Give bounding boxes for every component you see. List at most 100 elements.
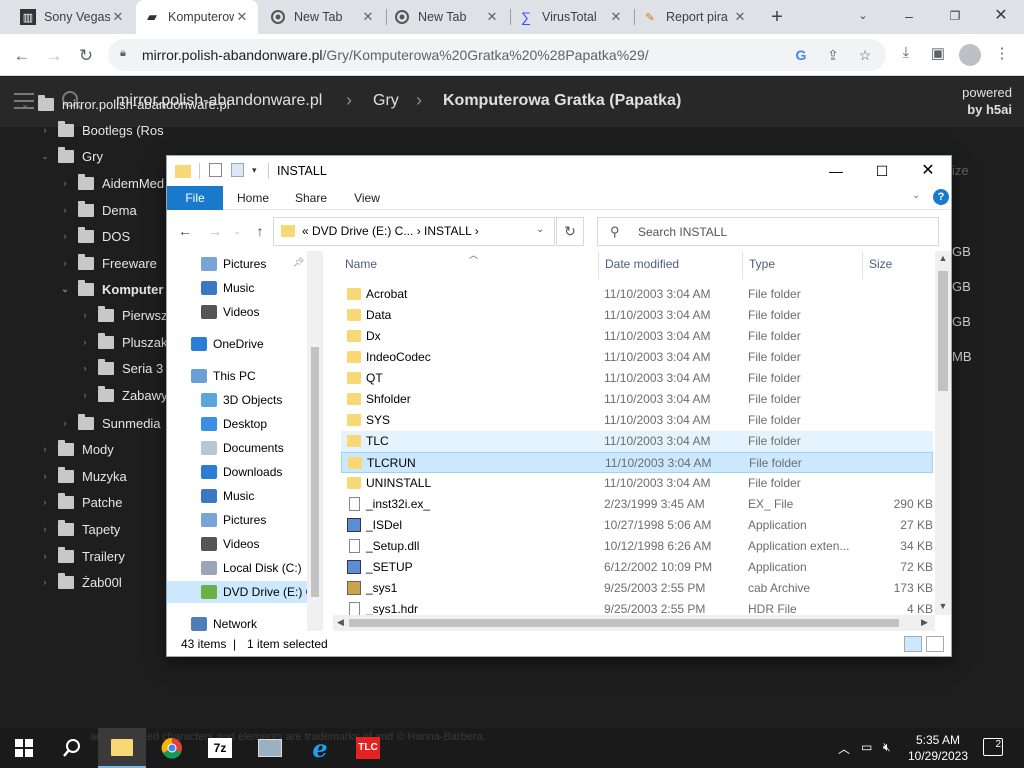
tree-item[interactable]: › Mody xyxy=(38,439,114,459)
chevron-right-icon[interactable]: › xyxy=(78,363,92,373)
file-row[interactable]: Shfolder 11/10/2003 3:04 AM File folder xyxy=(341,389,933,410)
file-row[interactable]: Data 11/10/2003 3:04 AM File folder xyxy=(341,305,933,326)
file-explorer-taskbar[interactable] xyxy=(98,728,146,768)
tree-item[interactable]: › AidemMed xyxy=(58,173,164,193)
tab-komputerowa[interactable]: ▰ Komputerowa ✕ xyxy=(136,0,258,34)
vertical-scrollbar[interactable]: ▲ ▼ xyxy=(935,251,951,615)
tlc-taskbar[interactable]: TLC xyxy=(344,728,392,768)
address-dropdown-icon[interactable]: ⌄ xyxy=(536,224,544,235)
maximize-button[interactable]: ☐ xyxy=(859,156,905,186)
show-hidden-icons-icon[interactable]: ︿ xyxy=(838,740,850,757)
file-row[interactable]: TLCRUN 11/10/2003 3:04 AM File folder xyxy=(341,452,933,473)
chevron-right-icon[interactable]: › xyxy=(38,444,52,454)
close-tab-icon[interactable]: ✕ xyxy=(234,9,250,25)
pin-icon[interactable]: 📌︎ xyxy=(293,257,304,268)
chevron-right-icon[interactable]: › xyxy=(58,258,72,268)
scroll-up-icon[interactable]: ▲ xyxy=(935,253,951,263)
tree-item[interactable]: › Patche xyxy=(38,492,122,512)
up-arrow-icon[interactable]: ↑ xyxy=(250,223,270,239)
bookmark-star-icon[interactable]: ☆ xyxy=(855,47,875,65)
tree-item[interactable]: › Bootlegs (Ros xyxy=(38,120,164,140)
file-row[interactable]: _SETUP 6/12/2002 10:09 PM Application 72 KB xyxy=(341,557,933,578)
chrome-taskbar[interactable] xyxy=(148,728,196,768)
chevron-down-icon[interactable]: ⌄ xyxy=(38,151,52,162)
tab-new-tab[interactable]: New Tab ✕ xyxy=(262,0,384,34)
nav-item[interactable]: Pictures xyxy=(167,509,323,531)
chevron-right-icon[interactable]: › xyxy=(38,577,52,587)
tree-item[interactable]: ⌄ Gry xyxy=(38,146,103,166)
file-row[interactable]: IndeoCodec 11/10/2003 3:04 AM File folder xyxy=(341,347,933,368)
chevron-right-icon[interactable]: › xyxy=(58,205,72,215)
refresh-button[interactable]: ↻ xyxy=(556,217,584,246)
chevron-right-icon[interactable]: › xyxy=(38,125,52,135)
nav-item[interactable]: Downloads xyxy=(167,461,323,483)
chevron-right-icon[interactable]: › xyxy=(78,310,92,320)
chevron-right-icon[interactable]: › xyxy=(38,524,52,534)
tab-report[interactable]: ✎ Report pira ✕ xyxy=(634,0,756,34)
minimize-button[interactable]: — xyxy=(813,156,859,186)
chevron-down-icon[interactable]: ⌄ xyxy=(58,284,72,295)
tree-item[interactable]: › DOS xyxy=(58,226,130,246)
powered-by[interactable]: powered by h5ai xyxy=(962,84,1012,118)
share-icon[interactable]: ⇪ xyxy=(823,47,843,65)
ribbon-tab-view[interactable]: View xyxy=(343,186,391,210)
tree-item[interactable]: › Pierwsz xyxy=(78,305,168,325)
help-icon[interactable]: ? xyxy=(933,189,949,205)
notifications-icon[interactable]: 2 xyxy=(983,738,1003,756)
column-header-name[interactable]: Name xyxy=(345,257,377,271)
close-tab-icon[interactable]: ✕ xyxy=(484,9,500,25)
scrollbar-thumb[interactable] xyxy=(349,619,899,627)
control-panel-taskbar[interactable] xyxy=(246,728,294,768)
nav-scrollbar[interactable] xyxy=(307,251,323,631)
nav-item[interactable]: DVD Drive (E:) C xyxy=(167,581,323,603)
nav-item[interactable]: Desktop xyxy=(167,413,323,435)
restore-button[interactable]: ❐ xyxy=(932,0,978,34)
nav-item[interactable]: OneDrive xyxy=(167,333,323,355)
profile-avatar[interactable] xyxy=(959,44,981,66)
tree-item[interactable]: › Tapety xyxy=(38,519,120,539)
nav-item[interactable]: Network xyxy=(167,613,323,631)
file-row[interactable]: _sys1 9/25/2003 2:55 PM cab Archive 173 KB xyxy=(341,578,933,599)
chevron-right-icon[interactable]: › xyxy=(38,471,52,481)
scroll-down-icon[interactable]: ▼ xyxy=(935,601,951,611)
close-window-button[interactable]: ✕ xyxy=(978,0,1024,34)
nav-item[interactable]: Videos xyxy=(167,533,323,555)
breadcrumb-current[interactable]: Komputerowa Gratka (Papatka) xyxy=(443,92,681,110)
size-column-header[interactable]: ize xyxy=(952,163,969,178)
scroll-right-icon[interactable]: ▶ xyxy=(921,617,928,628)
chevron-right-icon[interactable]: › xyxy=(38,497,52,507)
ribbon-tab-share[interactable]: Share xyxy=(287,186,335,210)
scroll-left-icon[interactable]: ◀ xyxy=(337,617,344,628)
nav-item[interactable]: Local Disk (C:) xyxy=(167,557,323,579)
tree-item[interactable]: › Freeware xyxy=(58,253,157,273)
nav-item[interactable]: Pictures 📌︎ xyxy=(167,253,323,275)
nav-item[interactable]: This PC xyxy=(167,365,323,387)
tree-item[interactable]: › Dema xyxy=(58,200,137,220)
horizontal-scrollbar[interactable]: ◀ ▶ xyxy=(333,615,935,631)
7zip-taskbar[interactable]: 7z xyxy=(196,728,244,768)
ribbon-tab-file[interactable]: File xyxy=(167,186,223,210)
column-separator[interactable] xyxy=(862,251,863,279)
column-separator[interactable] xyxy=(598,251,599,279)
tree-item[interactable]: › Muzyka xyxy=(38,466,127,486)
forward-arrow-icon[interactable]: → xyxy=(205,223,225,239)
chevron-right-icon[interactable]: › xyxy=(78,390,92,400)
file-row[interactable]: Dx 11/10/2003 3:04 AM File folder xyxy=(341,326,933,347)
file-row[interactable]: QT 11/10/2003 3:04 AM File folder xyxy=(341,368,933,389)
clock[interactable]: 5:35 AM 10/29/2023 xyxy=(900,732,976,764)
google-icon[interactable]: G xyxy=(791,47,811,65)
scrollbar-thumb[interactable] xyxy=(938,271,948,391)
side-panel-icon[interactable]: ▣ xyxy=(927,44,949,66)
explorer-titlebar[interactable]: ▾ INSTALL — ☐ ✕ xyxy=(167,156,951,186)
column-header-type[interactable]: Type xyxy=(749,257,775,271)
details-view-button[interactable] xyxy=(904,636,922,652)
ie-taskbar[interactable]: e xyxy=(296,728,344,768)
nav-item[interactable]: Documents xyxy=(167,437,323,459)
forward-button[interactable]: → xyxy=(40,42,68,70)
download-icon[interactable]: ⤓ xyxy=(895,44,917,66)
start-button[interactable] xyxy=(0,728,48,768)
chevron-right-icon[interactable]: › xyxy=(58,178,72,188)
close-tab-icon[interactable]: ✕ xyxy=(608,9,624,25)
search-button[interactable] xyxy=(48,728,96,768)
tab-search-icon[interactable]: ⌄ xyxy=(840,0,886,34)
